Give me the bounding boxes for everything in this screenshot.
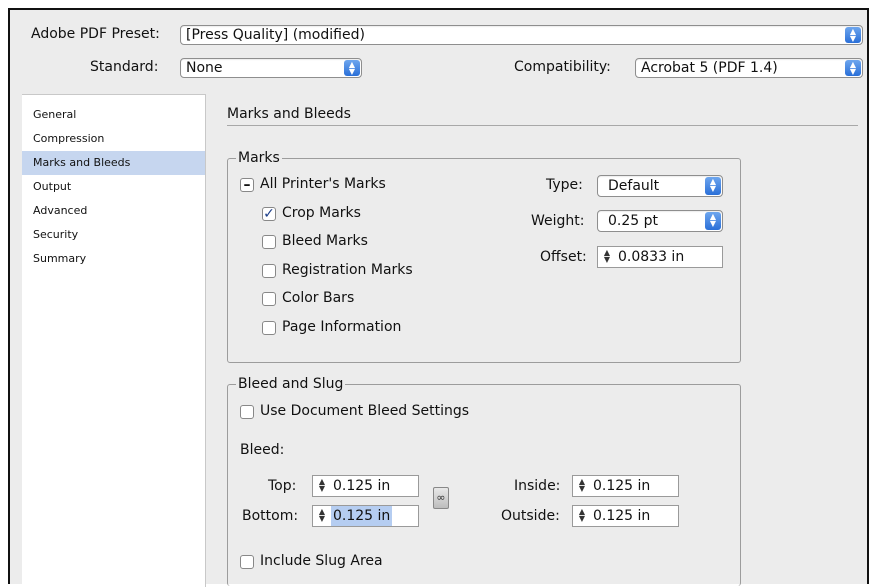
- stepper-arrows-icon[interactable]: ▲ ▼: [315, 508, 329, 524]
- panel-title: Marks and Bleeds: [227, 106, 351, 122]
- updown-arrows-icon: ▲ ▼: [705, 177, 721, 195]
- bleed-top-label: Top:: [268, 478, 297, 494]
- sidebar-item-advanced[interactable]: Advanced: [22, 199, 205, 223]
- bleed-top-value: 0.125 in: [333, 478, 391, 494]
- weight-dropdown[interactable]: 0.25 pt ▲ ▼: [597, 210, 723, 232]
- sidebar-item-summary[interactable]: Summary: [22, 247, 205, 271]
- pdf-export-dialog: Adobe PDF Preset: [Press Quality] (modif…: [8, 8, 869, 587]
- bleed-outside-stepper[interactable]: ▲ ▼ 0.125 in: [572, 505, 679, 527]
- use-document-bleed-label: Use Document Bleed Settings: [260, 403, 470, 419]
- sidebar-item-output[interactable]: Output: [22, 175, 205, 199]
- sidebar-item-marks-and-bleeds[interactable]: Marks and Bleeds: [22, 151, 205, 175]
- marks-group-label: Marks: [236, 150, 282, 166]
- color-bars-label: Color Bars: [282, 290, 355, 306]
- bleed-label: Bleed:: [240, 442, 285, 458]
- bleed-outside-value: 0.125 in: [593, 508, 651, 524]
- offset-stepper[interactable]: ▲ ▼ 0.0833 in: [597, 246, 723, 268]
- all-printers-marks-label: All Printer's Marks: [260, 176, 386, 192]
- standard-label: Standard:: [90, 59, 159, 75]
- registration-marks-checkbox[interactable]: [262, 264, 276, 278]
- standard-dropdown[interactable]: None ▲ ▼: [180, 58, 362, 78]
- bleed-and-slug-group-label: Bleed and Slug: [236, 376, 346, 392]
- weight-label: Weight:: [531, 213, 585, 229]
- checkmark-icon: ✓: [263, 206, 275, 222]
- bleed-bottom-label: Bottom:: [242, 508, 299, 524]
- sidebar-item-security[interactable]: Security: [22, 223, 205, 247]
- use-document-bleed-checkbox[interactable]: [240, 405, 254, 419]
- sidebar: General Compression Marks and Bleeds Out…: [22, 94, 206, 587]
- registration-marks-label: Registration Marks: [282, 262, 413, 278]
- bleed-inside-stepper[interactable]: ▲ ▼ 0.125 in: [572, 475, 679, 497]
- bleed-marks-checkbox[interactable]: [262, 235, 276, 249]
- preset-label: Adobe PDF Preset:: [31, 26, 160, 42]
- all-printers-marks-checkbox[interactable]: –: [240, 178, 254, 192]
- compatibility-dropdown[interactable]: Acrobat 5 (PDF 1.4) ▲ ▼: [635, 58, 863, 78]
- page-information-label: Page Information: [282, 319, 402, 335]
- bleed-inside-label: Inside:: [514, 478, 561, 494]
- sidebar-item-compression[interactable]: Compression: [22, 127, 205, 151]
- stepper-arrows-icon[interactable]: ▲ ▼: [600, 249, 614, 265]
- offset-value: 0.0833 in: [618, 249, 685, 265]
- standard-value: None: [186, 60, 223, 76]
- stepper-arrows-icon[interactable]: ▲ ▼: [575, 478, 589, 494]
- crop-marks-label: Crop Marks: [282, 205, 361, 221]
- crop-marks-checkbox[interactable]: ✓: [262, 207, 276, 221]
- compatibility-label: Compatibility:: [514, 59, 611, 75]
- updown-arrows-icon: ▲ ▼: [705, 212, 721, 230]
- offset-label: Offset:: [540, 249, 587, 265]
- page-information-checkbox[interactable]: [262, 321, 276, 335]
- preset-value: [Press Quality] (modified): [186, 27, 365, 43]
- weight-value: 0.25 pt: [608, 213, 658, 229]
- bleed-top-stepper[interactable]: ▲ ▼ 0.125 in: [312, 475, 419, 497]
- bleed-bottom-stepper[interactable]: ▲ ▼ 0.125 in: [312, 505, 419, 527]
- type-dropdown[interactable]: Default ▲ ▼: [597, 175, 723, 197]
- type-value: Default: [608, 178, 660, 194]
- bleed-outside-label: Outside:: [501, 508, 560, 524]
- preset-dropdown[interactable]: [Press Quality] (modified) ▲ ▼: [180, 25, 863, 45]
- updown-arrows-icon: ▲ ▼: [845, 60, 861, 76]
- compatibility-value: Acrobat 5 (PDF 1.4): [641, 60, 778, 76]
- stepper-arrows-icon[interactable]: ▲ ▼: [315, 478, 329, 494]
- updown-arrows-icon: ▲ ▼: [344, 60, 360, 76]
- bleed-bottom-value: 0.125 in: [331, 506, 393, 526]
- bleed-inside-value: 0.125 in: [593, 478, 651, 494]
- bleed-marks-label: Bleed Marks: [282, 233, 368, 249]
- type-label: Type:: [546, 177, 583, 193]
- include-slug-area-checkbox[interactable]: [240, 555, 254, 569]
- color-bars-checkbox[interactable]: [262, 292, 276, 306]
- include-slug-area-label: Include Slug Area: [260, 553, 383, 569]
- updown-arrows-icon: ▲ ▼: [845, 27, 861, 43]
- stepper-arrows-icon[interactable]: ▲ ▼: [575, 508, 589, 524]
- chain-link-icon[interactable]: ∞: [433, 487, 449, 509]
- sidebar-item-general[interactable]: General: [22, 103, 205, 127]
- title-divider: [227, 125, 858, 126]
